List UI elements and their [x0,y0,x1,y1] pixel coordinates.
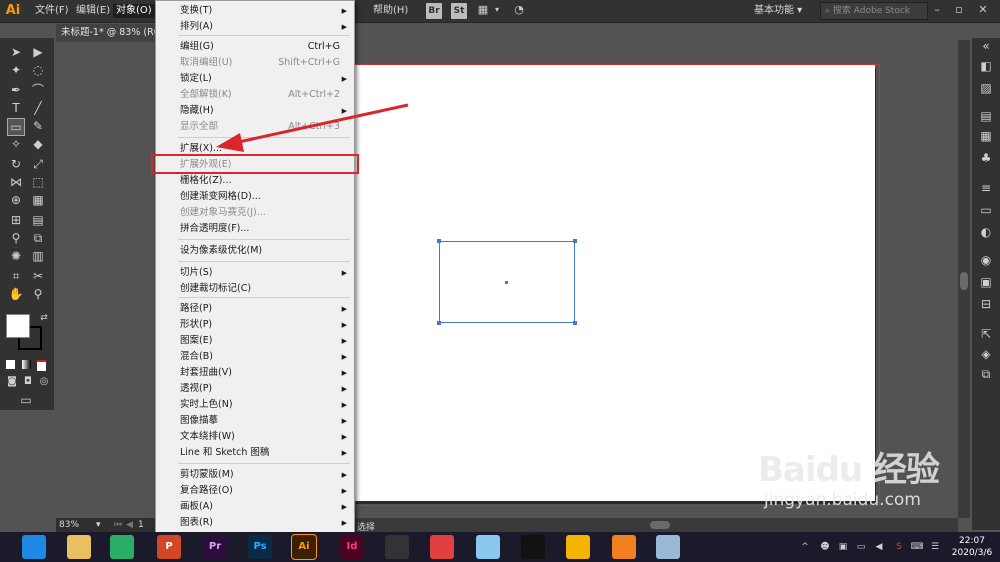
bird-app-icon[interactable] [476,535,500,559]
premiere-icon[interactable]: Pr [203,535,227,559]
browser-icon[interactable] [22,535,46,559]
sogou-icon[interactable]: S [892,540,906,554]
chrome-icon[interactable] [566,535,590,559]
picture-viewer-icon[interactable] [430,535,454,559]
network-icon[interactable]: ▣ [836,540,850,554]
notes-app-icon[interactable] [656,535,680,559]
arrow-head [216,133,244,152]
notification-icon[interactable]: ☰ [928,540,942,554]
photoshop-icon[interactable]: Ps [248,535,272,559]
indesign-icon[interactable]: Id [340,535,364,559]
powerpoint-icon[interactable]: P [157,535,181,559]
qq-icon[interactable] [521,535,545,559]
clock-time: 22:07 [959,536,985,546]
illustrator-icon[interactable]: Ai [291,534,317,560]
watermark-brand: Baidu 经验 [758,450,940,490]
baidu-watermark: Baidu 经验 jingyan.baidu.com [758,450,940,510]
arrow-shaft [233,103,409,145]
swirl-app-icon[interactable] [612,535,636,559]
tray-up-icon[interactable]: ^ [798,540,812,554]
clock-date: 2020/3/6 [951,548,993,558]
watermark-url: jingyan.baidu.com [764,490,921,510]
qq-tray-icon[interactable]: ☻ [818,540,832,554]
keyboard-icon[interactable]: ⌨ [910,540,924,554]
file-explorer-icon[interactable] [67,535,91,559]
wechat-icon[interactable] [110,535,134,559]
system-clock[interactable]: 22:07 2020/3/6 [948,535,996,559]
volume-icon[interactable]: ◀ [872,540,886,554]
video-player-icon[interactable] [385,535,409,559]
battery-icon[interactable]: ▭ [854,540,868,554]
taskbar: 22:07 2020/3/6 ^ ☻ ▣ ▭ ◀ S ⌨ ☰ P Pr Ps Ai Id [0,532,1000,562]
